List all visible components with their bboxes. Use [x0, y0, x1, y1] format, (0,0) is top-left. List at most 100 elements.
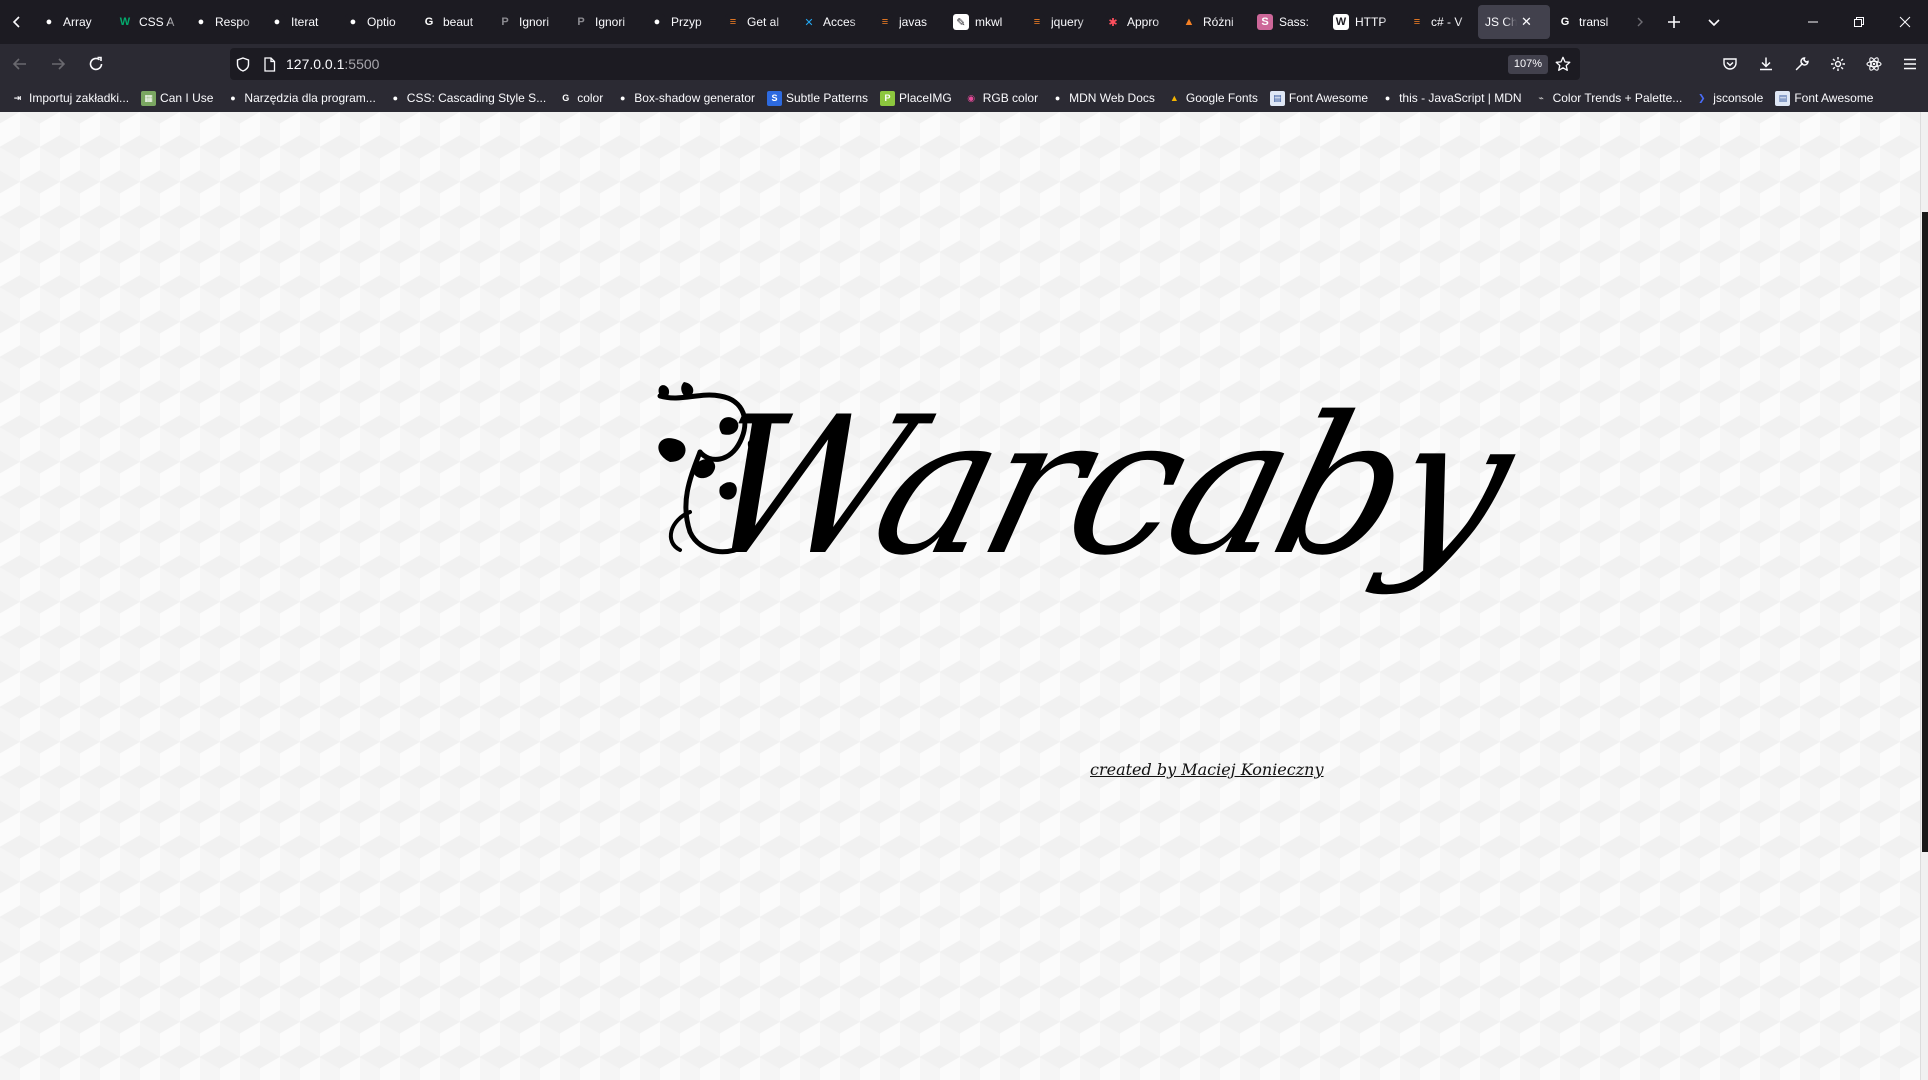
- downloads-button[interactable]: [1748, 44, 1784, 84]
- url-port: :5500: [344, 56, 380, 72]
- tab-17[interactable]: W HTTP: [1326, 5, 1402, 39]
- bookmark-item[interactable]: ● CSS: Cascading Style S...: [387, 90, 546, 106]
- tab-strip: ● Array W CSS A ● Respo ● Iterat ● Optio Gbeaut P Ig…: [0, 0, 1928, 44]
- stackoverflow-icon: ≡: [877, 14, 893, 30]
- chevron-right-icon: [1637, 17, 1643, 27]
- tab-10[interactable]: ✕ Acces: [794, 5, 870, 39]
- bookmark-item[interactable]: ● Narzędzia dla program...: [225, 90, 376, 106]
- tabstrip-actions: [1654, 0, 1734, 44]
- tab-label: Respo: [215, 15, 250, 29]
- back-button[interactable]: [2, 48, 38, 80]
- tab-label: Get al: [747, 15, 780, 29]
- tab-11[interactable]: ≡ javas: [870, 5, 946, 39]
- tab-8[interactable]: ● Przyp: [642, 5, 718, 39]
- tab-15[interactable]: ▲ Różni: [1174, 5, 1250, 39]
- close-window-button[interactable]: [1882, 0, 1928, 44]
- bookmark-label: this - JavaScript | MDN: [1399, 91, 1522, 105]
- mdn-icon: ●: [1050, 90, 1066, 106]
- bookmark-item[interactable]: ▦ Can I Use: [141, 90, 213, 106]
- tab-label: JS Chec: [1485, 15, 1517, 29]
- color-wheel-icon: ◉: [963, 90, 979, 106]
- reload-icon: [89, 56, 103, 71]
- gear-icon: [1831, 57, 1845, 71]
- bookmark-item[interactable]: ❯ jsconsole: [1694, 90, 1763, 106]
- bookmark-label: Narzędzia dla program...: [244, 91, 376, 105]
- plus-icon: [1668, 16, 1680, 28]
- page-scrollbar[interactable]: [1920, 112, 1928, 1080]
- new-tab-button[interactable]: [1654, 0, 1694, 44]
- chevron-right-icon: ❯: [1694, 90, 1710, 106]
- tab-scroll-right-button[interactable]: [1626, 0, 1654, 44]
- bookmark-item[interactable]: S Subtle Patterns: [766, 90, 868, 106]
- bookmark-star-button[interactable]: [1550, 48, 1576, 80]
- address-bar[interactable]: 127.0.0.1:5500 107%: [230, 48, 1580, 80]
- tab-16[interactable]: S Sass:: [1250, 5, 1326, 39]
- tab-4[interactable]: ● Optio: [338, 5, 414, 39]
- tab-label: Przyp: [671, 15, 702, 29]
- github-icon: ●: [649, 14, 665, 30]
- url-host: 127.0.0.1: [286, 56, 345, 72]
- tab-label: mkwl: [975, 15, 1003, 29]
- minimize-button[interactable]: [1790, 0, 1836, 44]
- stackoverflow-icon: ≡: [725, 14, 741, 30]
- forward-button[interactable]: [40, 48, 76, 80]
- tab-label: javas: [899, 15, 928, 29]
- bookmark-item[interactable]: ● this - JavaScript | MDN: [1380, 90, 1522, 106]
- page-icon: ▤: [1775, 90, 1791, 106]
- bookmark-item[interactable]: ▲ Google Fonts: [1166, 90, 1258, 106]
- bookmark-item[interactable]: P PlaceIMG: [880, 90, 952, 106]
- tab-18[interactable]: ≡ c# - V: [1402, 5, 1478, 39]
- bookmark-item[interactable]: ⇥ Importuj zakładki...: [10, 90, 129, 106]
- bookmark-item[interactable]: ● Box-shadow generator: [615, 90, 755, 106]
- zoom-reset-button[interactable]: 107%: [1507, 55, 1548, 74]
- doc-icon: ✎: [953, 14, 969, 30]
- tab-14[interactable]: ✱ Appro: [1098, 5, 1174, 39]
- extension-button[interactable]: [1820, 44, 1856, 84]
- tab-3[interactable]: ● Iterat: [262, 5, 338, 39]
- list-all-tabs-button[interactable]: [1694, 0, 1734, 44]
- reload-button[interactable]: [78, 48, 114, 80]
- github-icon: ●: [41, 14, 57, 30]
- url-text[interactable]: 127.0.0.1:5500: [286, 56, 379, 72]
- react-devtools-button[interactable]: [1856, 44, 1892, 84]
- bookmark-item[interactable]: ● MDN Web Docs: [1050, 90, 1155, 106]
- brush-icon: ⌁: [1533, 90, 1549, 106]
- tab-20[interactable]: Gtransl: [1550, 5, 1626, 39]
- bookmark-item[interactable]: ⌁ Color Trends + Palette...: [1533, 90, 1682, 106]
- site-info-button[interactable]: [256, 48, 282, 80]
- bookmark-label: color: [577, 91, 604, 105]
- tab-2[interactable]: ● Respo: [186, 5, 262, 39]
- scrollbar-thumb[interactable]: [1922, 212, 1928, 852]
- star-icon: [1555, 56, 1571, 71]
- developer-tools-button[interactable]: [1784, 44, 1820, 84]
- close-tab-icon[interactable]: ✕: [1521, 14, 1532, 30]
- tab-5[interactable]: Gbeaut: [414, 5, 490, 39]
- tab-12[interactable]: ✎ mkwl: [946, 5, 1022, 39]
- tab-9[interactable]: ≡ Get al: [718, 5, 794, 39]
- tab-13[interactable]: ≡ jquery: [1022, 5, 1098, 39]
- bookmarks-toolbar: ⇥ Importuj zakładki... ▦ Can I Use ● Narzędzi…: [0, 84, 1928, 112]
- tab-0[interactable]: ● Array: [34, 5, 110, 39]
- bookmark-item[interactable]: ◉ RGB color: [963, 90, 1039, 106]
- atom-icon: [1866, 57, 1882, 71]
- navigation-toolbar: 127.0.0.1:5500 107%: [0, 44, 1928, 84]
- bookmark-item[interactable]: ▤ Font Awesome: [1775, 90, 1873, 106]
- google-fonts-icon: ▲: [1166, 90, 1182, 106]
- app-menu-button[interactable]: [1892, 44, 1928, 84]
- bookmark-label: RGB color: [982, 91, 1039, 105]
- pocket-button[interactable]: [1712, 44, 1748, 84]
- arrow-left-icon: [12, 58, 26, 70]
- bookmark-label: PlaceIMG: [899, 91, 952, 105]
- bookmark-item[interactable]: Gcolor: [558, 90, 604, 106]
- restore-button[interactable]: [1836, 0, 1882, 44]
- tab-19[interactable]: JS Chec ✕: [1478, 5, 1550, 39]
- tab-scroll-left-button[interactable]: [0, 0, 34, 44]
- tracking-protection-button[interactable]: [230, 48, 256, 80]
- import-icon: ⇥: [10, 90, 25, 106]
- restore-icon: [1854, 17, 1864, 27]
- tab-6[interactable]: P Ignori: [490, 5, 566, 39]
- bookmark-item[interactable]: ▤ Font Awesome: [1269, 90, 1368, 106]
- tab-1[interactable]: W CSS A: [110, 5, 186, 39]
- tab-7[interactable]: P Ignori: [566, 5, 642, 39]
- minimize-icon: [1808, 21, 1818, 23]
